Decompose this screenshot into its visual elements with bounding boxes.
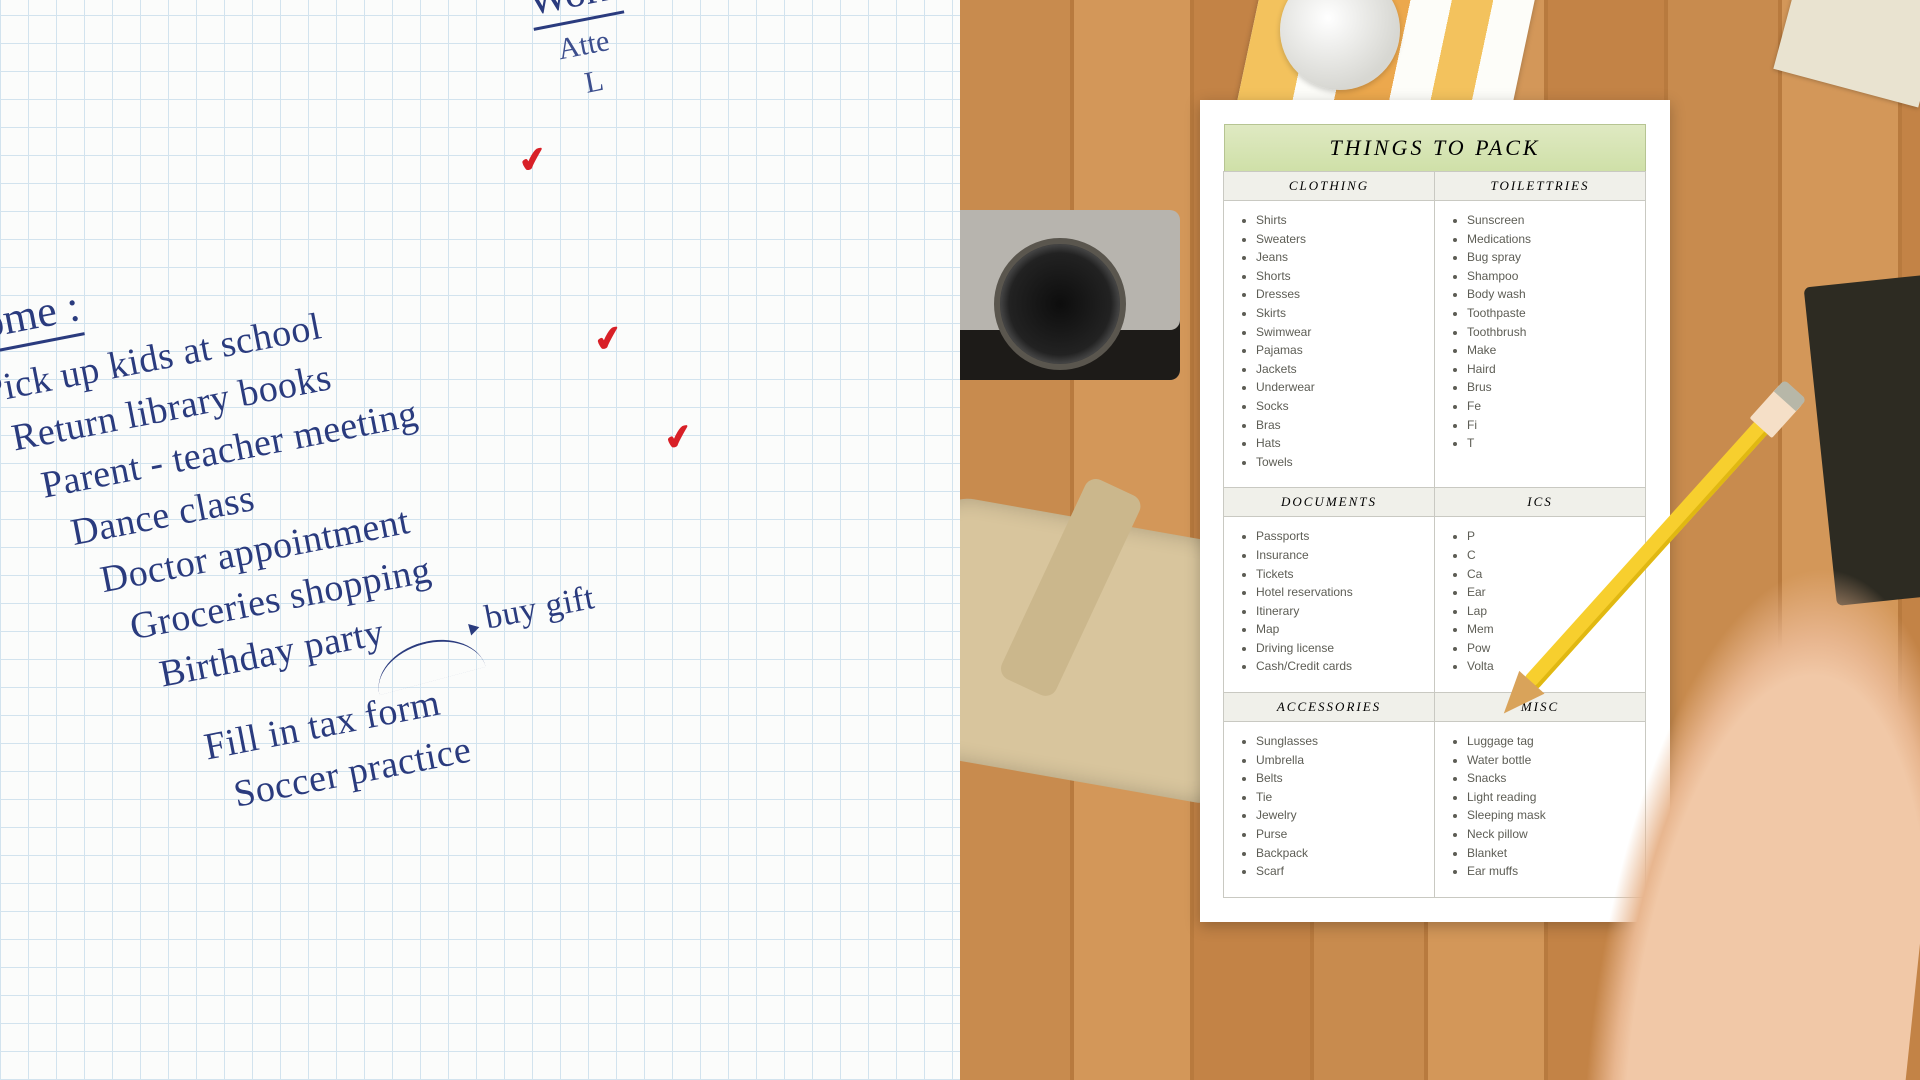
list-item: P [1467,527,1635,546]
list-item: Jewelry [1256,806,1424,825]
list-item: Fi [1467,416,1635,435]
book-prop [1773,0,1920,108]
checkmark-icon: ✔ [515,138,551,183]
list-item: Shorts [1256,267,1424,286]
notebook-photo: Home : Pick up kids at school Return lib… [0,0,960,1080]
list-item: Towels [1256,453,1424,472]
list-item: Fe [1467,397,1635,416]
list-item: Tickets [1256,565,1424,584]
section-clothing: CLOTHING ShirtsSweatersJeansShortsDresse… [1223,171,1435,488]
work-item: Atte [555,24,612,67]
list-item: Medications [1467,230,1635,249]
list-item: Bras [1256,416,1424,435]
section-accessories: ACCESSORIES SunglassesUmbrellaBeltsTieJe… [1223,692,1435,898]
list-item: Jackets [1256,360,1424,379]
list-item: Backpack [1256,844,1424,863]
list-item: Swimwear [1256,323,1424,342]
list-item: T [1467,434,1635,453]
list-item: Sleeping mask [1467,806,1635,825]
list-item: Haird [1467,360,1635,379]
section-toiletries: TOILETTRIES SunscreenMedicationsBug spra… [1434,171,1646,488]
camera-prop [960,210,1180,380]
section-head: CLOTHING [1224,172,1434,201]
list-item: Mem [1467,620,1635,639]
work-item: L [582,64,606,101]
list-item: Toothbrush [1467,323,1635,342]
list-item: Toothpaste [1467,304,1635,323]
list-item: Socks [1256,397,1424,416]
list-item: Sunscreen [1467,211,1635,230]
list-item: Bug spray [1467,248,1635,267]
section-documents: DOCUMENTS PassportsInsuranceTicketsHotel… [1223,487,1435,693]
packing-checklist: THINGS TO PACK CLOTHING ShirtsSweatersJe… [1200,100,1670,922]
aside-note: buy gift [482,579,598,637]
list-item: Sunglasses [1256,732,1424,751]
notebook-sheet: Home : Pick up kids at school Return lib… [0,0,960,1080]
planner-prop [1804,274,1920,606]
list-item: Hotel reservations [1256,583,1424,602]
list-item: Luggage tag [1467,732,1635,751]
list-item: C [1467,546,1635,565]
list-item: Umbrella [1256,751,1424,770]
list-item: Light reading [1467,788,1635,807]
list-item: Make [1467,341,1635,360]
list-item: Water bottle [1467,751,1635,770]
list-item: Brus [1467,378,1635,397]
list-item: Driving license [1256,639,1424,658]
list-item: Tie [1256,788,1424,807]
list-item: Sweaters [1256,230,1424,249]
section-head: ICS [1435,488,1645,517]
list-item: Belts [1256,769,1424,788]
work-heading: Work [524,0,625,31]
list-item: Pajamas [1256,341,1424,360]
checkmark-icon: ✔ [591,317,627,362]
list-item: Shampoo [1467,267,1635,286]
section-head: ACCESSORIES [1224,693,1434,722]
desk-photo: THINGS TO PACK CLOTHING ShirtsSweatersJe… [960,0,1920,1080]
list-item: Jeans [1256,248,1424,267]
list-item: Cash/Credit cards [1256,657,1424,676]
list-item: Map [1256,620,1424,639]
list-item: Insurance [1256,546,1424,565]
list-item: Underwear [1256,378,1424,397]
list-item: Shirts [1256,211,1424,230]
list-item: Snacks [1467,769,1635,788]
list-item: Dresses [1256,285,1424,304]
section-head: TOILETTRIES [1435,172,1645,201]
list-item: Purse [1256,825,1424,844]
list-item: Passports [1256,527,1424,546]
section-head: DOCUMENTS [1224,488,1434,517]
checkmark-icon: ✔ [661,415,697,460]
list-item: Skirts [1256,304,1424,323]
list-item: Itinerary [1256,602,1424,621]
checklist-title: THINGS TO PACK [1224,124,1646,172]
list-item: Hats [1256,434,1424,453]
list-item: Body wash [1467,285,1635,304]
home-heading: Home : [0,280,85,360]
list-item: Scarf [1256,862,1424,881]
